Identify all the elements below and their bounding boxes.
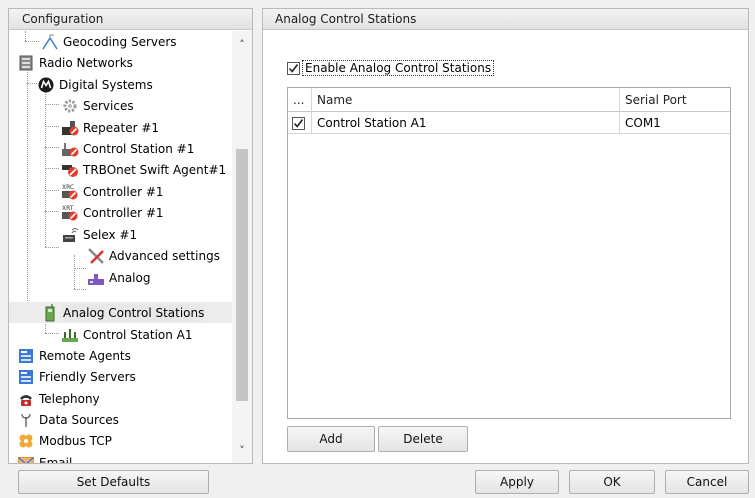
tree-item-advanced-settings[interactable]: Advanced settings [9, 245, 233, 266]
tree-item-label: Services [83, 98, 134, 113]
column-header-name[interactable]: Name [312, 88, 620, 112]
tree-item-analog-control-stations[interactable]: Analog Control Stations [9, 302, 233, 323]
row-check-cell[interactable] [288, 112, 312, 134]
configuration-tree[interactable]: Geocoding Servers Radio Networks Digital… [9, 31, 233, 463]
tree-item-radio-networks[interactable]: Radio Networks [9, 52, 233, 73]
add-button[interactable]: Add [287, 426, 375, 452]
tree-item-controller-2[interactable]: XRT Controller #1 [9, 202, 233, 223]
analog-control-stations-panel: Analog Control Stations Enable Analog Co… [262, 8, 749, 464]
tree-item-telephony[interactable]: Telephony [9, 388, 233, 409]
tree-item-label: Remote Agents [39, 348, 131, 363]
tree-item-geocoding-servers[interactable]: Geocoding Servers [9, 31, 233, 52]
tree-item-digital-systems[interactable]: Digital Systems [9, 74, 233, 95]
tree-item-control-station-a1[interactable]: Control Station A1 [9, 324, 233, 345]
motorola-icon [37, 76, 55, 94]
analog-icon [87, 269, 105, 287]
tree-item-email[interactable]: Email [9, 452, 233, 463]
apply-button[interactable]: Apply [475, 470, 559, 494]
tree-item-controller-1[interactable]: XRC Controller #1 [9, 181, 233, 202]
ok-button[interactable]: OK [569, 470, 655, 494]
grid-header: ... Name Serial Port [288, 88, 730, 112]
tree-item-label: Data Sources [39, 412, 119, 427]
tree-item-data-sources[interactable]: Data Sources [9, 409, 233, 430]
tree-item-label: Radio Networks [39, 55, 133, 70]
tree-item-label: Advanced settings [109, 248, 220, 263]
tree-item-label: Controller #1 [83, 184, 164, 199]
tree-item-label: Selex #1 [83, 227, 138, 242]
tree-item-label: Digital Systems [59, 77, 153, 92]
set-defaults-button[interactable]: Set Defaults [18, 470, 209, 494]
row-checkbox[interactable] [292, 116, 305, 130]
tree-item-selex-1[interactable]: Selex #1 [9, 224, 233, 245]
tree-item-label: Email [39, 455, 73, 464]
server-icon [17, 54, 35, 72]
column-header-select[interactable]: ... [288, 88, 312, 112]
delete-button[interactable]: Delete [378, 426, 468, 452]
agent-icon [61, 161, 79, 179]
cancel-button[interactable]: Cancel [665, 470, 749, 494]
controller-icon: XRT [61, 204, 79, 222]
tools-icon [87, 247, 105, 265]
tree-item-label: TRBOnet Swift Agent#1 [83, 162, 227, 177]
radio-icon [41, 303, 59, 322]
tree-item-swift-agent-1[interactable]: TRBOnet Swift Agent#1 [9, 159, 233, 180]
selex-icon [61, 226, 79, 244]
control-station-icon [61, 140, 79, 158]
column-header-serial-port[interactable]: Serial Port [620, 88, 732, 112]
tree-item-label: Repeater #1 [83, 120, 160, 135]
svg-text:XRT: XRT [62, 205, 74, 212]
tree-item-label: Control Station #1 [83, 141, 195, 156]
enable-analog-control-stations-option[interactable]: Enable Analog Control Stations [287, 60, 495, 76]
tree-item-services[interactable]: Services [9, 95, 233, 116]
scrollbar-thumb[interactable] [236, 149, 248, 401]
geocoding-icon [41, 33, 59, 51]
configuration-panel: Configuration Geocoding Servers Radio Ne… [8, 8, 253, 464]
tree-item-control-station-1[interactable]: Control Station #1 [9, 138, 233, 159]
enable-checkbox[interactable] [287, 61, 300, 75]
tree-item-label: Telephony [39, 391, 100, 406]
tree-item-label: Analog Control Stations [63, 303, 205, 322]
scroll-up-icon[interactable]: ˄ [232, 35, 252, 53]
stations-grid[interactable]: ... Name Serial Port Control Station A1 … [287, 87, 731, 419]
row-name-cell[interactable]: Control Station A1 [312, 112, 620, 134]
enable-checkbox-label[interactable]: Enable Analog Control Stations [302, 60, 495, 76]
tree-item-friendly-servers[interactable]: Friendly Servers [9, 366, 233, 387]
tree-item-label: Control Station A1 [83, 327, 193, 342]
antenna-icon [17, 411, 35, 429]
tree-item-remote-agents[interactable]: Remote Agents [9, 345, 233, 366]
modbus-icon [17, 432, 35, 450]
tree-item-label: Modbus TCP [39, 433, 112, 448]
controller-icon: XRC [61, 183, 79, 201]
friendly-servers-icon [17, 368, 35, 386]
tree-item-label: Analog [109, 270, 151, 285]
row-serial-port-cell[interactable]: COM1 [620, 112, 732, 134]
email-icon [17, 454, 35, 463]
table-row[interactable]: Control Station A1 COM1 [288, 112, 730, 134]
gear-icon [61, 97, 79, 115]
remote-agents-icon [17, 347, 35, 365]
network-icon [61, 326, 79, 344]
scroll-down-icon[interactable]: ˅ [232, 441, 252, 459]
tree-scrollbar[interactable]: ˄ ˅ [232, 31, 252, 463]
configuration-header: Configuration [9, 9, 252, 30]
analog-control-stations-header: Analog Control Stations [263, 9, 748, 30]
tree-item-label: Controller #1 [83, 205, 164, 220]
tree-item-modbus-tcp[interactable]: Modbus TCP [9, 430, 233, 451]
svg-text:XRC: XRC [62, 184, 74, 191]
repeater-icon [61, 119, 79, 137]
tree-item-analog[interactable]: Analog [9, 267, 233, 288]
telephone-icon [17, 390, 35, 408]
tree-item-label: Geocoding Servers [63, 34, 177, 49]
tree-item-repeater-1[interactable]: Repeater #1 [9, 117, 233, 138]
tree-item-label: Friendly Servers [39, 369, 136, 384]
